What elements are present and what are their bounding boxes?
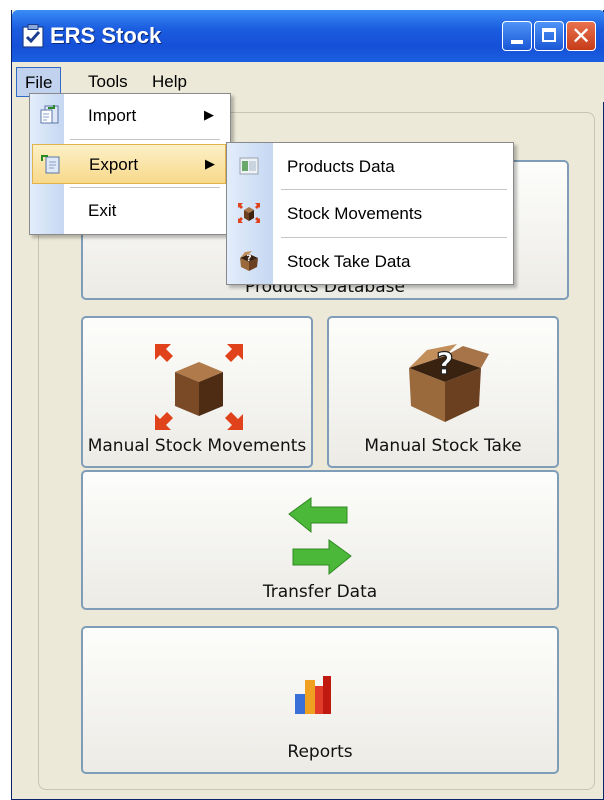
clipboard-check-icon xyxy=(22,24,44,48)
svg-text:?: ? xyxy=(436,347,453,382)
menu-item-import-label: Import xyxy=(88,106,137,125)
svg-text:?: ? xyxy=(246,254,251,264)
file-menu-dropdown: Import ▶ Export ▶ Exit xyxy=(29,93,231,235)
submenu-item-products-data[interactable]: Products Data xyxy=(227,143,513,189)
submenu-arrow-icon: ▶ xyxy=(204,108,214,123)
close-button[interactable]: ✕ xyxy=(566,21,596,51)
menu-separator xyxy=(70,139,220,140)
stock-movements-icon xyxy=(238,203,260,223)
transfer-data-button[interactable]: Transfer Data xyxy=(81,470,559,610)
menu-item-export[interactable]: Export ▶ xyxy=(32,144,226,184)
close-icon: ✕ xyxy=(570,22,592,50)
products-data-icon xyxy=(239,157,259,175)
stock-take-icon: ? xyxy=(240,251,258,271)
app-window: ERS Stock ✕ File Tools Help Products Dat… xyxy=(11,10,604,800)
minimize-button[interactable] xyxy=(502,21,532,51)
submenu-item-stock-take-data-label: Stock Take Data xyxy=(287,252,411,271)
submenu-item-stock-movements-label: Stock Movements xyxy=(287,204,423,223)
submenu-item-products-data-label: Products Data xyxy=(287,157,395,176)
box-expand-icon xyxy=(155,344,243,430)
manual-stock-movements-label: Manual Stock Movements xyxy=(87,436,307,456)
menu-item-export-label: Export xyxy=(89,155,139,174)
transfer-data-label: Transfer Data xyxy=(262,582,378,602)
export-icon xyxy=(41,155,60,174)
submenu-arrow-icon: ▶ xyxy=(205,157,215,172)
submenu-item-stock-take-data[interactable]: ? Stock Take Data xyxy=(227,238,513,284)
minimize-icon xyxy=(511,40,523,44)
submenu-item-stock-movements[interactable]: Stock Movements xyxy=(227,190,513,236)
menu-item-exit[interactable]: Exit xyxy=(32,191,226,231)
bar-chart-icon xyxy=(295,676,331,714)
menu-separator xyxy=(70,187,220,188)
manual-stock-movements-button[interactable]: Manual Stock Movements xyxy=(81,316,313,468)
manual-stock-take-label: Manual Stock Take xyxy=(364,436,522,456)
menu-item-import[interactable]: Import ▶ xyxy=(32,96,226,136)
reports-label: Reports xyxy=(287,742,353,762)
transfer-arrows-icon xyxy=(288,497,352,576)
import-icon xyxy=(40,105,59,124)
box-question-icon: ? xyxy=(409,344,489,422)
menu-item-exit-label: Exit xyxy=(88,201,117,220)
maximize-button[interactable] xyxy=(534,21,564,51)
window-title: ERS Stock xyxy=(50,23,162,48)
maximize-icon xyxy=(542,28,556,42)
title-bar[interactable]: ERS Stock ✕ xyxy=(12,10,604,62)
manual-stock-take-button[interactable]: ? Manual Stock Take xyxy=(327,316,559,468)
reports-button[interactable]: Reports xyxy=(81,626,559,774)
export-submenu: Products Data Stock Movements ? Stock Ta… xyxy=(226,142,514,285)
